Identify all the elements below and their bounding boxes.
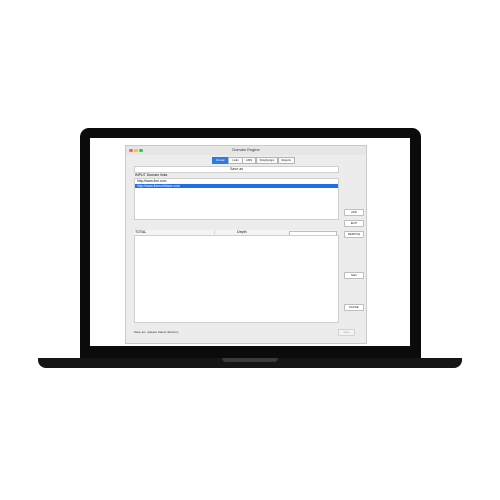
list-item-selected[interactable]: http://www.thenorthface.com bbox=[135, 183, 338, 188]
tab-links[interactable]: Links bbox=[228, 157, 243, 164]
laptop-notch bbox=[222, 358, 278, 362]
domain-links-list[interactable]: http://www.ibm.com http://www.thenorthfa… bbox=[134, 178, 339, 220]
app-window: Domain Engine Domain Links ASIN ShopifyA… bbox=[125, 145, 367, 344]
add-button[interactable]: ADD bbox=[344, 209, 364, 216]
status-text: Save as: ./please Select directory bbox=[134, 330, 179, 334]
tab-asin[interactable]: ASIN bbox=[242, 157, 257, 164]
window-title: Domain Engine bbox=[232, 147, 260, 152]
tab-domain[interactable]: Domain bbox=[212, 157, 229, 164]
edit-button[interactable]: EDIT bbox=[344, 220, 364, 227]
results-area[interactable] bbox=[134, 235, 339, 323]
start-button[interactable]: Start bbox=[344, 272, 364, 279]
remove-button[interactable]: REMOVE bbox=[344, 231, 364, 238]
pause-button[interactable]: PAUSE bbox=[344, 304, 364, 311]
save-as-button[interactable]: Save as bbox=[134, 166, 339, 173]
tab-reports[interactable]: Reports bbox=[277, 157, 295, 164]
laptop-screen: Domain Engine Domain Links ASIN ShopifyA… bbox=[90, 138, 410, 346]
tab-bar: Domain Links ASIN ShopifyApps Reports bbox=[212, 157, 295, 164]
save-button[interactable]: Save bbox=[338, 329, 355, 336]
input-domain-links-label: INPUT Domain links bbox=[135, 173, 168, 177]
window-titlebar: Domain Engine bbox=[126, 146, 366, 155]
tab-shopifyapps[interactable]: ShopifyApps bbox=[255, 157, 279, 164]
